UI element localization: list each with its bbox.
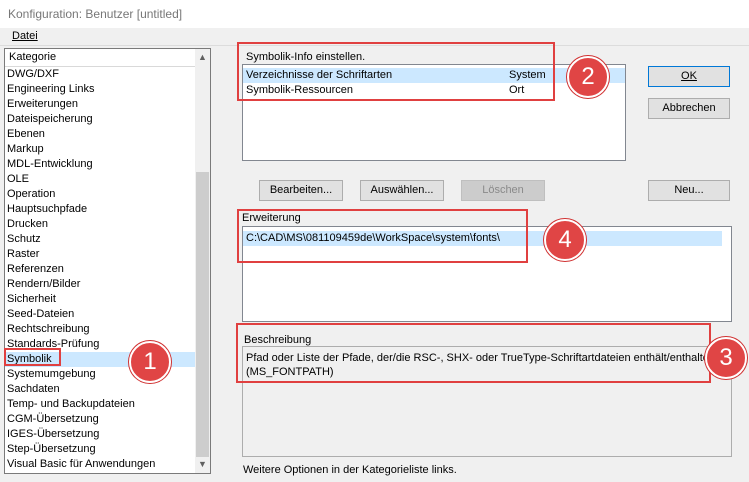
delete-button[interactable]: Löschen <box>461 180 545 201</box>
cancel-button[interactable]: Abbrechen <box>648 98 730 119</box>
category-header-label: Kategorie <box>9 51 57 63</box>
scroll-up-icon[interactable]: ▲ <box>195 50 210 65</box>
category-item[interactable]: Visual Basic für Anwendungen <box>5 457 195 472</box>
highlight-description <box>236 323 711 383</box>
callout-badge-3: 3 <box>705 337 747 379</box>
scroll-down-icon[interactable]: ▼ <box>195 457 210 472</box>
category-item[interactable]: Operation <box>5 187 195 202</box>
category-item[interactable]: OLE <box>5 172 195 187</box>
category-item[interactable]: Temp- und Backupdateien <box>5 397 195 412</box>
category-item[interactable]: Drucken <box>5 217 195 232</box>
ok-button[interactable]: OK <box>648 66 730 87</box>
category-item[interactable]: Engineering Links <box>5 82 195 97</box>
footer-hint: Weitere Optionen in der Kategorieliste l… <box>243 464 457 476</box>
highlight-extension <box>237 209 528 263</box>
category-item[interactable]: Sachdaten <box>5 382 195 397</box>
callout-badge-2: 2 <box>567 56 609 98</box>
category-item[interactable]: Dateispeicherung <box>5 112 195 127</box>
new-button[interactable]: Neu... <box>648 180 730 201</box>
category-item[interactable]: Rechtschreibung <box>5 322 195 337</box>
callout-badge-4: 4 <box>544 219 586 261</box>
window-title: Konfiguration: Benutzer [untitled] <box>8 7 183 21</box>
category-item[interactable]: MDL-Entwicklung <box>5 157 195 172</box>
category-item[interactable]: Markup <box>5 142 195 157</box>
category-item[interactable]: Schutz <box>5 232 195 247</box>
category-item[interactable]: CGM-Übersetzung <box>5 412 195 427</box>
callout-badge-1: 1 <box>129 341 171 383</box>
category-item[interactable]: Sicherheit <box>5 292 195 307</box>
category-item[interactable]: DWG/DXF <box>5 67 195 82</box>
category-item[interactable]: IGES-Übersetzung <box>5 427 195 442</box>
menu-datei[interactable]: Datei <box>12 30 38 42</box>
category-item[interactable]: Referenzen <box>5 262 195 277</box>
category-header[interactable]: Kategorie <box>5 49 195 67</box>
category-list[interactable]: DWG/DXF Engineering Links Erweiterungen Dat… <box>5 67 195 472</box>
edit-button[interactable]: Bearbeiten... <box>259 180 343 201</box>
category-item[interactable]: Ebenen <box>5 127 195 142</box>
category-item[interactable]: Raster <box>5 247 195 262</box>
scrollbar-thumb[interactable] <box>196 172 209 457</box>
category-item[interactable]: Erweiterungen <box>5 97 195 112</box>
highlight-settings <box>237 42 555 101</box>
category-item[interactable]: Rendern/Bilder <box>5 277 195 292</box>
category-item[interactable]: Seed-Dateien <box>5 307 195 322</box>
category-item[interactable]: Step-Übersetzung <box>5 442 195 457</box>
category-item[interactable]: Hauptsuchpfade <box>5 202 195 217</box>
title-bar: Konfiguration: Benutzer [untitled] <box>0 0 749 28</box>
select-button[interactable]: Auswählen... <box>360 180 444 201</box>
highlight-symbolik <box>4 348 61 366</box>
